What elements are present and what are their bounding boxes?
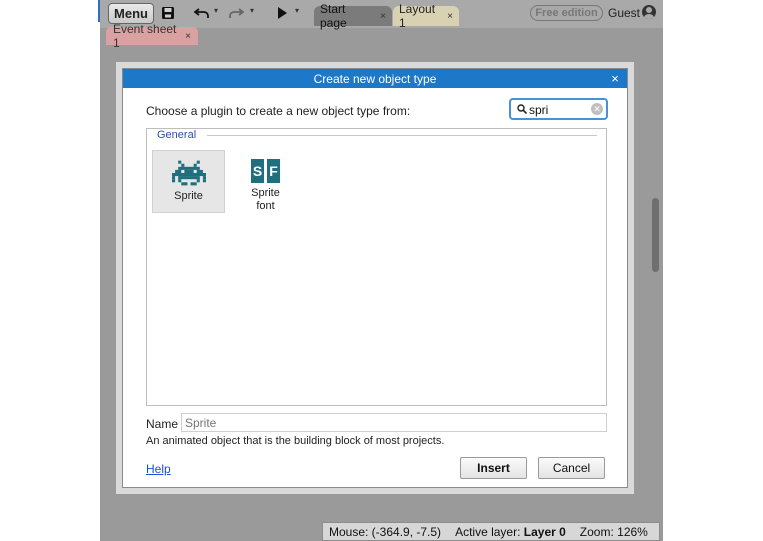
save-icon[interactable] bbox=[160, 4, 176, 22]
plugin-search-input[interactable] bbox=[529, 102, 589, 117]
zoom-readout: Zoom: 126% bbox=[579, 524, 648, 539]
user-account-icon[interactable] bbox=[642, 5, 656, 19]
plugin-search-box[interactable]: ✕ bbox=[509, 98, 608, 120]
undo-icon[interactable] bbox=[193, 4, 211, 22]
menu-button[interactable]: Menu bbox=[108, 3, 154, 24]
plugin-prompt: Choose a plugin to create a new object t… bbox=[146, 104, 411, 118]
main-toolbar: Menu ▾ ▾ ▾ Start page × Layout 1 × Free … bbox=[100, 0, 663, 30]
tab-label: Layout 1 bbox=[399, 2, 436, 30]
free-edition-badge[interactable]: Free edition bbox=[530, 5, 603, 21]
plugin-item-sprite[interactable]: Sprite bbox=[152, 150, 225, 213]
insert-button[interactable]: Insert bbox=[460, 457, 527, 479]
dialog-close-icon[interactable]: × bbox=[608, 70, 622, 86]
tab-event-sheet-1[interactable]: Event sheet 1 × bbox=[106, 22, 198, 50]
play-dropdown-icon[interactable]: ▾ bbox=[295, 6, 299, 15]
svg-text:S: S bbox=[252, 163, 261, 179]
plugin-list: General Sprite S F Sprite font bbox=[146, 128, 607, 406]
vertical-scrollbar-thumb[interactable] bbox=[652, 198, 659, 272]
svg-text:F: F bbox=[269, 163, 278, 179]
object-name-field[interactable] bbox=[181, 413, 607, 432]
cancel-button[interactable]: Cancel bbox=[538, 457, 605, 479]
dialog-title: Create new object type bbox=[313, 71, 437, 86]
active-layer-value: Layer 0 bbox=[523, 524, 566, 539]
user-label[interactable]: Guest bbox=[608, 6, 640, 20]
vertical-scrollbar-track[interactable] bbox=[650, 50, 660, 520]
mouse-position-readout: Mouse: (-364.9, -7.5) bbox=[329, 524, 442, 539]
tab-close-icon[interactable]: × bbox=[380, 11, 386, 22]
dialog-title-bar: Create new object type bbox=[123, 69, 627, 88]
redo-icon[interactable] bbox=[227, 4, 245, 22]
active-layer-readout: Active layer: Layer 0 bbox=[455, 525, 566, 539]
tab-close-icon[interactable]: × bbox=[447, 11, 453, 22]
tab-start-page[interactable]: Start page × bbox=[314, 2, 392, 30]
clear-search-icon[interactable]: ✕ bbox=[591, 103, 603, 115]
space-invader-icon bbox=[171, 160, 206, 186]
status-bar: Mouse: (-364.9, -7.5) Active layer: Laye… bbox=[322, 522, 660, 541]
plugin-group-header: General bbox=[157, 129, 197, 141]
plugin-label: Sprite bbox=[174, 190, 203, 202]
redo-dropdown-icon[interactable]: ▾ bbox=[250, 6, 254, 15]
tab-label: Event sheet 1 bbox=[113, 22, 177, 50]
plugin-item-sprite-font[interactable]: S F Sprite font bbox=[229, 150, 302, 213]
group-divider bbox=[207, 135, 597, 136]
tab-label: Start page bbox=[320, 2, 347, 30]
plugin-description: An animated object that is the building … bbox=[146, 435, 445, 447]
tab-layout-1[interactable]: Layout 1 × bbox=[393, 2, 459, 30]
undo-dropdown-icon[interactable]: ▾ bbox=[214, 6, 218, 15]
name-label: Name bbox=[146, 417, 179, 431]
plugin-label: Sprite font bbox=[251, 187, 280, 212]
play-icon[interactable] bbox=[275, 4, 289, 22]
help-link[interactable]: Help bbox=[146, 462, 171, 476]
active-layer-label: Active layer: bbox=[455, 524, 521, 539]
tab-close-icon[interactable]: × bbox=[185, 31, 191, 42]
create-object-type-dialog: Create new object type × Choose a plugin… bbox=[122, 68, 628, 488]
search-icon bbox=[517, 104, 527, 114]
sprite-font-icon: S F bbox=[250, 159, 280, 183]
